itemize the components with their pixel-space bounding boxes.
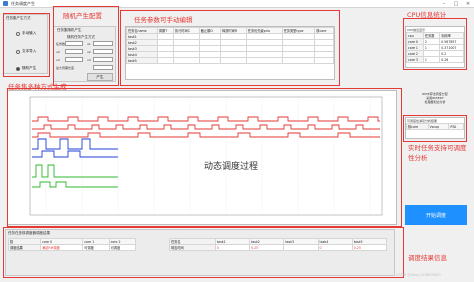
cell[interactable] — [314, 57, 334, 64]
radio-random[interactable]: 随机产生 — [16, 66, 36, 71]
u2-input[interactable] — [93, 49, 113, 54]
u2-left-label: u2 — [56, 50, 60, 54]
table-row: 响应时间 0 0.25 0 0.25 — [169, 244, 388, 251]
max-period-label: 最大周期长度 — [56, 66, 75, 70]
cell[interactable] — [245, 57, 283, 64]
window-title: 任务调度产生 — [11, 0, 35, 6]
task-count-label: 任务数 — [56, 42, 66, 46]
col-header: RTA — [448, 123, 464, 130]
algo-info: RM/E算法调度分配 采用RM/EDF 处理器到达分析 — [405, 92, 465, 112]
task3-trace — [32, 132, 380, 138]
max-period-input[interactable] — [93, 65, 113, 70]
u3-input[interactable] — [93, 57, 113, 62]
cell: core 3 — [406, 56, 424, 63]
radio-dot — [16, 31, 20, 36]
u2-left-input[interactable] — [65, 49, 83, 54]
cpu-table: cpu 任务数 利用率 core 0 2 0.567857 core 1 1 0.371… — [406, 32, 464, 63]
cell: 可调度 — [82, 244, 110, 251]
cell[interactable] — [198, 57, 222, 64]
table-row: core 3 1 0.26 — [406, 56, 464, 63]
u3-left-input[interactable] — [65, 57, 83, 62]
annotation-realtime-line-2: 性分析 — [408, 154, 428, 162]
result-title: 任务在多核调度器调度结果 — [8, 231, 50, 235]
annotation-realtime-line-1: 实时任务支持可调度 — [408, 144, 467, 152]
annotation-cpu-stats: CPU信息统计 — [407, 11, 447, 19]
u1-input[interactable] — [93, 41, 113, 46]
annotation-result-info: 调度结果信息 — [408, 254, 447, 262]
rta-table: 核core Vscop RTA — [406, 123, 464, 130]
radio-label: 手动输入 — [22, 31, 37, 35]
algo-line-3: 处理器到达分析 — [424, 100, 446, 104]
annotation-task-sets: 任务集多种方式生成 — [8, 83, 67, 91]
generate-button[interactable]: 产生 — [87, 73, 113, 81]
window-title-bar: 任务调度产生 — [0, 0, 474, 8]
param-table-panel: 任务名name 周期T 执行时间C 截止期D 释放时间R 任务优先级prio 任… — [125, 26, 335, 80]
table-row[interactable]: task5 — [126, 57, 334, 64]
u2-label: u2 — [87, 50, 91, 54]
cell: 0.25 — [351, 244, 388, 251]
task-count-input[interactable] — [65, 41, 83, 46]
result-panel: 任务在多核调度器调度结果 核 core 0 core 1 core 2 调度结果… — [5, 229, 395, 276]
u1-label: u1 — [87, 42, 91, 46]
annotation-realtime: 实时任务支持可调度 性分析 — [408, 143, 467, 163]
plot-frame — [29, 96, 383, 216]
col-header: 核core — [406, 123, 429, 130]
chart-center-label: 动态调度过程 — [204, 160, 258, 172]
cell[interactable] — [220, 57, 247, 64]
cell[interactable] — [281, 57, 316, 64]
table-row: 调度结果 满足RM调度 可调度 可调度 — [7, 244, 137, 251]
cell[interactable] — [173, 57, 200, 64]
task-name-cell[interactable]: task5 — [126, 57, 158, 64]
cell: 调度结果 — [7, 244, 42, 251]
u3-label: u3 — [87, 58, 91, 62]
close-icon[interactable]: × — [462, 0, 474, 8]
radio-file[interactable]: 文本导入 — [16, 49, 36, 54]
schedule-chart: 动态调度过程 — [7, 90, 397, 225]
cpu-panel: CPU信息显示 cpu 任务数 利用率 core 0 2 0.567857 core… — [405, 26, 465, 68]
task1-trace — [32, 116, 380, 122]
rta-table-header: 核core Vscop RTA — [406, 123, 464, 130]
mode-group-title: 任务集产生方式 — [6, 16, 31, 20]
start-schedule-button[interactable]: 开始调度 — [405, 205, 467, 225]
maximize-icon[interactable]: □ — [450, 0, 462, 8]
cell: 满足RM调度 — [40, 244, 84, 251]
random-config-panel: 任务集随机产生 随机任务产生方式 任务数 u1 u2 u2 u3 u3 最大周期… — [53, 26, 116, 82]
cell: 可调度 — [108, 244, 137, 251]
random-config-sub: 随机任务产生方式 — [67, 35, 95, 39]
radio-manual[interactable]: 手动输入 — [16, 31, 36, 36]
radio-dot — [16, 66, 20, 71]
watermark: CSDN @ldbq-248899800 — [396, 273, 441, 277]
col-header: Vscop — [427, 123, 450, 130]
cell — [283, 244, 319, 251]
u3-left-label: u3 — [56, 58, 60, 62]
radio-label: 随机产生 — [22, 66, 37, 70]
cell: 0.26 — [439, 56, 464, 63]
radio-dot — [16, 49, 20, 54]
rta-panel: 可调度性满足分析结果 核core Vscop RTA — [405, 117, 465, 139]
annotation-task-params: 任务参数可手动编辑 — [134, 16, 193, 24]
annotation-random-config: 随机产生配置 — [63, 12, 102, 20]
cell: 1 — [422, 56, 441, 63]
core-result-table: 核 core 0 core 1 core 2 调度结果 满足RM调度 可调度 可… — [7, 238, 137, 251]
core1-trace-b — [32, 150, 118, 158]
schedule-chart-svg: 动态调度过程 — [29, 96, 383, 216]
cell[interactable] — [156, 57, 175, 64]
core2-trace-b — [32, 181, 118, 188]
cell: 0 — [214, 244, 251, 251]
param-table: 任务名name 周期T 执行时间C 截止期D 释放时间R 任务优先级prio 任… — [126, 27, 334, 64]
app-icon — [3, 1, 8, 6]
cell: 0 — [317, 244, 353, 251]
minimize-icon[interactable]: – — [438, 0, 450, 8]
chart-grid — [29, 96, 383, 216]
radio-label: 文本导入 — [22, 49, 37, 53]
core2-trace-a — [32, 164, 118, 178]
cell: 响应时间 — [169, 244, 216, 251]
mode-group: 任务集产生方式 手动输入 文本导入 随机产生 — [3, 14, 48, 74]
cell: 0.25 — [249, 244, 285, 251]
random-config-title: 任务集随机产生 — [57, 28, 82, 32]
task-response-table: 任务名 task1 task2 task3 task4 task5 响应时间 0… — [169, 238, 388, 251]
task2-trace — [32, 124, 380, 130]
core1-trace-a — [32, 138, 118, 150]
